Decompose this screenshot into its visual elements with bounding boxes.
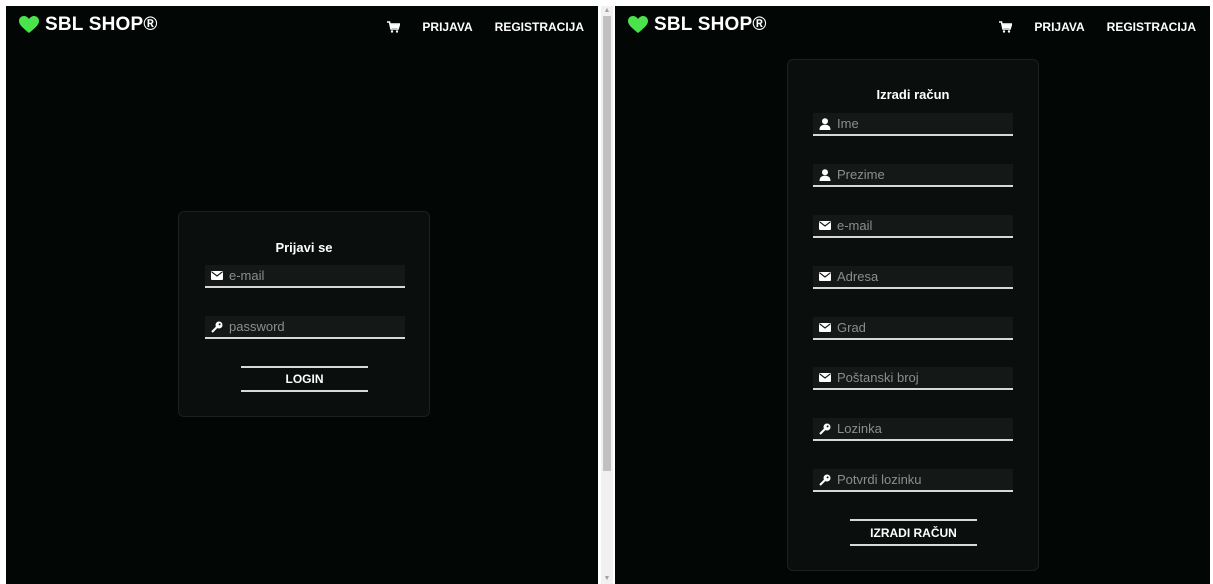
navbar: SBL SHOP® PRIJAVA REGISTRACIJA [615,6,1210,50]
email-input[interactable] [223,265,405,286]
envelope-icon [819,321,831,335]
envelope-icon [819,219,831,233]
city-field[interactable] [813,317,1013,340]
brand-logo[interactable]: SBL SHOP® [628,14,767,36]
last-name-input[interactable] [831,164,1013,185]
brand-name: SBL SHOP® [654,14,767,35]
scroll-thumb[interactable] [603,16,611,471]
address-input[interactable] [831,266,1013,287]
postal-code-field[interactable] [813,367,1013,390]
nav-register-link[interactable]: REGISTRACIJA [495,20,584,34]
nav-login-link[interactable]: PRIJAVA [1034,20,1084,34]
password-field[interactable] [205,316,405,339]
user-icon [819,168,831,182]
password-field[interactable] [813,418,1013,441]
scroll-down-icon[interactable]: ▼ [601,574,613,584]
login-card: Prijavi se LOGIN [178,211,430,417]
key-icon [211,320,223,334]
heart-icon [19,16,39,34]
email-field[interactable] [813,215,1013,238]
brand-name: SBL SHOP® [45,14,158,35]
confirm-password-input[interactable] [831,469,1013,490]
key-icon [819,473,831,487]
login-button[interactable]: LOGIN [241,366,368,392]
last-name-field[interactable] [813,164,1013,187]
first-name-input[interactable] [831,113,1013,134]
navbar: SBL SHOP® PRIJAVA REGISTRACIJA [6,6,598,50]
envelope-icon [211,269,223,283]
create-account-button[interactable]: IZRADI RAČUN [850,519,977,546]
password-input[interactable] [831,418,1013,439]
password-input[interactable] [223,316,405,337]
envelope-icon [819,270,831,284]
login-page: SBL SHOP® PRIJAVA REGISTRACIJA Prijavi s… [6,6,598,584]
address-field[interactable] [813,266,1013,289]
heart-icon [628,16,648,34]
register-title: Izradi račun [876,87,950,102]
email-input[interactable] [831,215,1013,236]
key-icon [819,422,831,436]
nav-register-link[interactable]: REGISTRACIJA [1107,20,1196,34]
city-input[interactable] [831,317,1013,338]
postal-code-input[interactable] [831,367,1013,388]
cart-icon[interactable] [387,21,401,33]
nav-login-link[interactable]: PRIJAVA [422,20,472,34]
cart-icon[interactable] [999,21,1013,33]
envelope-icon [819,371,831,385]
brand-logo[interactable]: SBL SHOP® [19,14,158,36]
user-icon [819,117,831,131]
first-name-field[interactable] [813,113,1013,136]
login-title: Prijavi se [275,240,333,255]
scroll-up-icon[interactable]: ▲ [601,6,613,16]
scrollbar[interactable]: ▲ ▼ [601,6,613,584]
register-page: SBL SHOP® PRIJAVA REGISTRACIJA Izradi ra… [615,6,1210,584]
email-field[interactable] [205,265,405,288]
register-card: Izradi račun Ime Prezime e-mail Adresa G… [787,59,1039,571]
confirm-password-field[interactable] [813,469,1013,492]
